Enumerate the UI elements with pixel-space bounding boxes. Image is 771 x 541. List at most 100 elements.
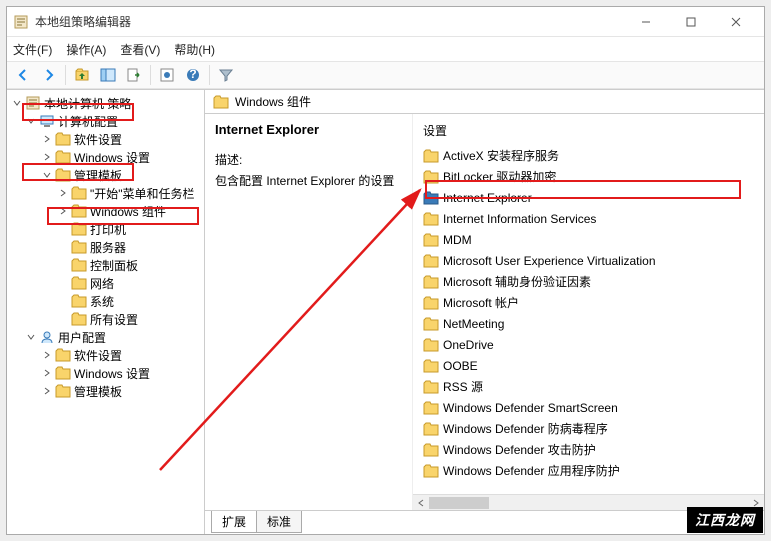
- tree-node-5[interactable]: "开始"菜单和任务栏: [9, 184, 202, 202]
- close-button[interactable]: [713, 8, 758, 36]
- properties-button[interactable]: [155, 63, 179, 87]
- expander-icon[interactable]: [57, 277, 69, 289]
- list-item[interactable]: Windows Defender 攻击防护: [413, 439, 764, 460]
- expander-icon[interactable]: [57, 187, 69, 199]
- list-item[interactable]: OOBE: [413, 355, 764, 376]
- list-item[interactable]: Windows Defender 应用程序防护: [413, 460, 764, 481]
- tree-node-16[interactable]: 管理模板: [9, 382, 202, 400]
- tree-node-9[interactable]: 控制面板: [9, 256, 202, 274]
- expander-icon[interactable]: [41, 133, 53, 145]
- list-item-label: NetMeeting: [443, 317, 504, 331]
- list-item-label: Internet Information Services: [443, 212, 596, 226]
- tree-node-7[interactable]: 打印机: [9, 220, 202, 238]
- list-item[interactable]: Windows Defender 防病毒程序: [413, 418, 764, 439]
- folder-icon: [71, 204, 87, 218]
- tree-node-6[interactable]: Windows 组件: [9, 202, 202, 220]
- export-button[interactable]: [122, 63, 146, 87]
- tree-node-10[interactable]: 网络: [9, 274, 202, 292]
- minimize-button[interactable]: [623, 8, 668, 36]
- back-button[interactable]: [11, 63, 35, 87]
- folder-icon: [71, 276, 87, 290]
- expander-icon[interactable]: [57, 259, 69, 271]
- expander-icon[interactable]: [41, 367, 53, 379]
- titlebar: 本地组策略编辑器: [7, 7, 764, 37]
- expander-icon[interactable]: [41, 385, 53, 397]
- tree-label: 打印机: [90, 221, 126, 238]
- computer-icon: [39, 114, 55, 128]
- tree-node-0[interactable]: 本地计算机 策略: [9, 94, 202, 112]
- list-item-label: Internet Explorer: [443, 191, 532, 205]
- description-panel: Internet Explorer 描述: 包含配置 Internet Expl…: [205, 114, 413, 510]
- list-item[interactable]: Windows Defender SmartScreen: [413, 397, 764, 418]
- tree-label: 用户配置: [58, 329, 106, 346]
- help-button[interactable]: ?: [181, 63, 205, 87]
- tree-node-15[interactable]: Windows 设置: [9, 364, 202, 382]
- tree-label: "开始"菜单和任务栏: [90, 185, 195, 202]
- list-item[interactable]: RSS 源: [413, 376, 764, 397]
- menu-help[interactable]: 帮助(H): [174, 41, 215, 58]
- list-item[interactable]: ActiveX 安装程序服务: [413, 145, 764, 166]
- folder-icon: [423, 464, 439, 478]
- folder-icon: [55, 132, 71, 146]
- tree-node-14[interactable]: 软件设置: [9, 346, 202, 364]
- tree-node-3[interactable]: Windows 设置: [9, 148, 202, 166]
- expander-icon[interactable]: [41, 151, 53, 163]
- expander-icon[interactable]: [25, 331, 37, 343]
- tree-label: Windows 组件: [90, 203, 166, 220]
- expander-icon[interactable]: [11, 97, 23, 109]
- folder-icon: [71, 222, 87, 236]
- list-item[interactable]: Microsoft 帐户: [413, 292, 764, 313]
- folder-icon: [71, 294, 87, 308]
- tab-extended[interactable]: 扩展: [211, 511, 257, 533]
- path-text: Windows 组件: [235, 93, 311, 110]
- list-item[interactable]: Internet Explorer: [413, 187, 764, 208]
- folder-icon: [423, 380, 439, 394]
- description-text: 包含配置 Internet Explorer 的设置: [215, 172, 402, 189]
- expander-icon[interactable]: [57, 241, 69, 253]
- list-item[interactable]: Microsoft User Experience Virtualization: [413, 250, 764, 271]
- filter-button[interactable]: [214, 63, 238, 87]
- folder-icon: [55, 348, 71, 362]
- list-item[interactable]: NetMeeting: [413, 313, 764, 334]
- show-hide-tree-button[interactable]: [96, 63, 120, 87]
- list-item[interactable]: Internet Information Services: [413, 208, 764, 229]
- expander-icon[interactable]: [57, 295, 69, 307]
- menu-action[interactable]: 操作(A): [66, 41, 106, 58]
- tree-node-1[interactable]: 计算机配置: [9, 112, 202, 130]
- settings-list[interactable]: 设置ActiveX 安装程序服务 BitLocker 驱动器加密 Internet …: [413, 114, 764, 510]
- expander-icon[interactable]: [41, 349, 53, 361]
- menu-view[interactable]: 查看(V): [120, 41, 160, 58]
- list-item[interactable]: OneDrive: [413, 334, 764, 355]
- tree-node-2[interactable]: 软件设置: [9, 130, 202, 148]
- tree-node-12[interactable]: 所有设置: [9, 310, 202, 328]
- expander-icon[interactable]: [57, 313, 69, 325]
- list-item-label: BitLocker 驱动器加密: [443, 168, 556, 185]
- expander-icon[interactable]: [57, 223, 69, 235]
- list-item[interactable]: MDM: [413, 229, 764, 250]
- forward-button[interactable]: [37, 63, 61, 87]
- menu-file[interactable]: 文件(F): [13, 41, 52, 58]
- tree-node-11[interactable]: 系统: [9, 292, 202, 310]
- folder-icon: [423, 359, 439, 373]
- folder-icon: [213, 95, 229, 109]
- expander-icon[interactable]: [57, 205, 69, 217]
- list-item[interactable]: Microsoft 辅助身份验证因素: [413, 271, 764, 292]
- tree-label: 管理模板: [74, 383, 122, 400]
- tree-label: 软件设置: [74, 347, 122, 364]
- folder-icon: [423, 170, 439, 184]
- list-header[interactable]: 设置: [413, 120, 764, 145]
- maximize-button[interactable]: [668, 8, 713, 36]
- expander-icon[interactable]: [25, 115, 37, 127]
- tree-pane[interactable]: 本地计算机 策略计算机配置软件设置Windows 设置管理模板"开始"菜单和任务…: [7, 90, 205, 534]
- up-button[interactable]: [70, 63, 94, 87]
- folder-icon: [423, 254, 439, 268]
- scroll-left-icon[interactable]: [413, 495, 429, 510]
- folder-icon: [55, 366, 71, 380]
- expander-icon[interactable]: [41, 169, 53, 181]
- scroll-thumb[interactable]: [429, 497, 489, 509]
- tab-standard[interactable]: 标准: [256, 511, 302, 533]
- tree-node-8[interactable]: 服务器: [9, 238, 202, 256]
- list-item[interactable]: BitLocker 驱动器加密: [413, 166, 764, 187]
- tree-node-4[interactable]: 管理模板: [9, 166, 202, 184]
- tree-node-13[interactable]: 用户配置: [9, 328, 202, 346]
